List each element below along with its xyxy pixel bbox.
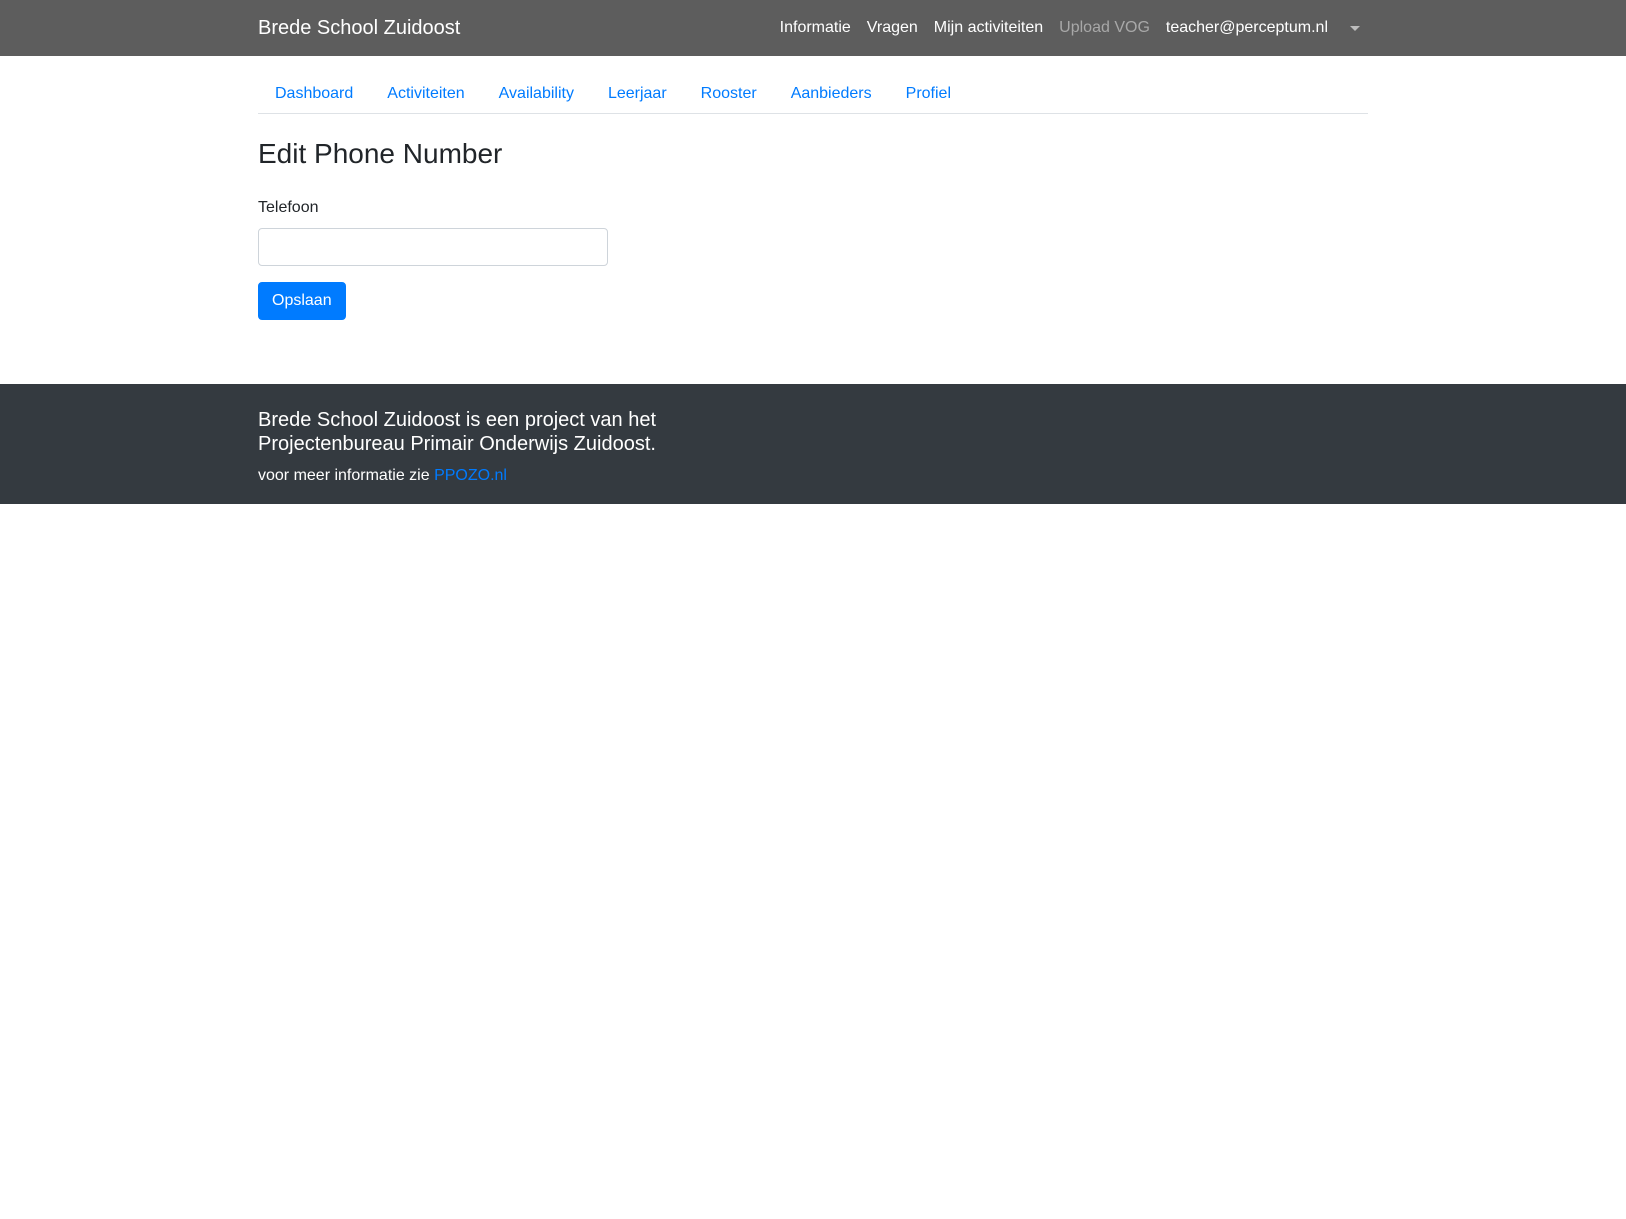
- footer-lead-text: Brede School Zuidoost is een project van…: [258, 409, 657, 455]
- tab-dashboard[interactable]: Dashboard: [258, 72, 370, 113]
- page-title: Edit Phone Number: [258, 138, 503, 169]
- caret-down-icon[interactable]: [1350, 25, 1360, 31]
- footer: Brede School Zuidoost is een project van…: [0, 384, 1626, 504]
- tab-activiteiten[interactable]: Activiteiten: [370, 72, 481, 113]
- tab-profiel[interactable]: Profiel: [889, 72, 968, 113]
- nav-link-informatie[interactable]: Informatie: [780, 16, 851, 40]
- nav-link-vragen[interactable]: Vragen: [867, 16, 918, 40]
- ppozo-link[interactable]: PPOZO.nl: [434, 467, 507, 484]
- tab-rooster[interactable]: Rooster: [684, 72, 774, 113]
- phone-input[interactable]: [258, 228, 608, 266]
- tab-aanbieders[interactable]: Aanbieders: [774, 72, 889, 113]
- tab-leerjaar[interactable]: Leerjaar: [591, 72, 684, 113]
- user-email-link[interactable]: teacher@perceptum.nl: [1166, 16, 1328, 40]
- top-navbar: Brede School Zuidoost Informatie Vragen …: [0, 0, 1626, 56]
- nav-link-mijn-activiteiten[interactable]: Mijn activiteiten: [934, 16, 1043, 40]
- footer-info-text: voor meer informatie zie: [258, 467, 435, 484]
- brand-link[interactable]: Brede School Zuidoost: [258, 15, 460, 41]
- section-tabs: Dashboard Activiteiten Availability Leer…: [258, 72, 1368, 114]
- tab-availability[interactable]: Availability: [482, 72, 591, 113]
- phone-label: Telefoon: [258, 199, 319, 216]
- navbar-right-links: Informatie Vragen Mijn activiteiten Uplo…: [764, 16, 1360, 40]
- save-button[interactable]: Opslaan: [258, 282, 346, 320]
- nav-link-upload-vog: Upload VOG: [1059, 19, 1150, 36]
- footer-info: voor meer informatie zie PPOZO.nl: [258, 466, 507, 486]
